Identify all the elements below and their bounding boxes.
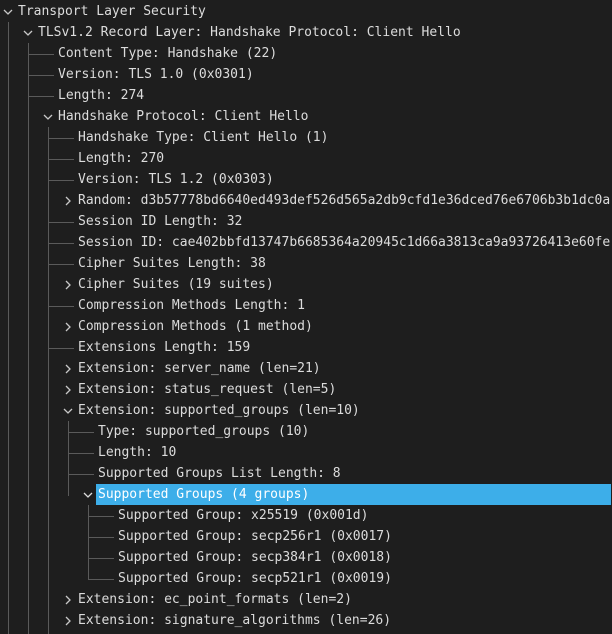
chevron-down-icon[interactable] bbox=[42, 106, 54, 127]
tree-connector bbox=[68, 452, 94, 454]
tree-node-handshake-type[interactable]: Handshake Type: Client Hello (1) bbox=[0, 127, 612, 148]
tree-node-content-type[interactable]: Content Type: Handshake (22) bbox=[0, 43, 612, 64]
tree-node-group-secp256r1[interactable]: Supported Group: secp256r1 (0x0017) bbox=[0, 526, 612, 547]
tree-node-label: Cipher Suites Length: 38 bbox=[78, 256, 266, 271]
chevron-down-icon[interactable] bbox=[82, 484, 94, 505]
tree-node-cipher-suites[interactable]: Cipher Suites (19 suites) bbox=[0, 274, 612, 295]
tree-connector bbox=[48, 158, 74, 160]
packet-details-tree: Transport Layer Security TLSv1.2 Record L… bbox=[0, 0, 612, 634]
tree-node-label: Session ID Length: 32 bbox=[78, 214, 243, 229]
tree-node-handshake-protocol[interactable]: Handshake Protocol: Client Hello bbox=[0, 106, 612, 127]
tree-node-ext-status-request[interactable]: Extension: status_request (len=5) bbox=[0, 379, 612, 400]
tree-node-transport-layer-security[interactable]: Transport Layer Security bbox=[0, 1, 612, 22]
tree-node-label: Content Type: Handshake (22) bbox=[58, 46, 278, 61]
tree-connector bbox=[28, 95, 54, 97]
tree-connector bbox=[48, 305, 74, 307]
tree-connector bbox=[48, 137, 74, 139]
tree-node-label: Type: supported_groups (10) bbox=[98, 424, 310, 439]
tree-connector bbox=[88, 515, 114, 517]
tree-node-label: Extension: server_name (len=21) bbox=[78, 361, 321, 376]
tree-node-sg-list-length[interactable]: Supported Groups List Length: 8 bbox=[0, 463, 612, 484]
chevron-right-icon[interactable] bbox=[62, 274, 74, 295]
tree-node-compression-methods[interactable]: Compression Methods (1 method) bbox=[0, 316, 612, 337]
tree-node-label: Cipher Suites (19 suites) bbox=[78, 277, 274, 292]
tree-node-handshake-version[interactable]: Version: TLS 1.2 (0x0303) bbox=[0, 169, 612, 190]
tree-node-group-x25519[interactable]: Supported Group: x25519 (0x001d) bbox=[0, 505, 612, 526]
tree-node-label: TLSv1.2 Record Layer: Handshake Protocol… bbox=[38, 25, 461, 40]
tree-connector bbox=[48, 347, 74, 349]
tree-node-label: Version: TLS 1.0 (0x0301) bbox=[58, 67, 254, 82]
tree-node-label: Compression Methods (1 method) bbox=[78, 319, 313, 334]
chevron-right-icon[interactable] bbox=[62, 379, 74, 400]
tree-node-label: Extension: supported_groups (len=10) bbox=[78, 403, 360, 418]
tree-connector bbox=[48, 179, 74, 181]
tree-node-sg-length[interactable]: Length: 10 bbox=[0, 442, 612, 463]
tree-connector bbox=[28, 53, 54, 55]
tree-node-label: Random: d3b57778bd6640ed493def526d565a2d… bbox=[78, 193, 611, 208]
chevron-down-icon[interactable] bbox=[62, 400, 74, 421]
tree-node-label: Version: TLS 1.2 (0x0303) bbox=[78, 172, 274, 187]
tree-node-label: Handshake Type: Client Hello (1) bbox=[78, 130, 329, 145]
tree-node-label: Session ID: cae402bbfd13747b6685364a2094… bbox=[78, 235, 611, 250]
tree-connector bbox=[68, 473, 94, 475]
tree-node-handshake-length[interactable]: Length: 270 bbox=[0, 148, 612, 169]
tree-node-record-length[interactable]: Length: 274 bbox=[0, 85, 612, 106]
tree-node-label: Supported Groups List Length: 8 bbox=[98, 466, 341, 481]
tree-node-label: Supported Group: secp256r1 (0x0017) bbox=[118, 529, 392, 544]
tree-node-ext-supported-groups[interactable]: Extension: supported_groups (len=10) bbox=[0, 400, 612, 421]
tree-connector bbox=[88, 578, 114, 580]
chevron-down-icon[interactable] bbox=[2, 1, 14, 22]
tree-node-label: Supported Group: secp521r1 (0x0019) bbox=[118, 571, 392, 586]
tree-node-label: Transport Layer Security bbox=[18, 4, 206, 19]
tree-connector bbox=[68, 431, 94, 433]
tree-node-label: Extensions Length: 159 bbox=[78, 340, 251, 355]
chevron-right-icon[interactable] bbox=[62, 358, 74, 379]
tree-node-session-id[interactable]: Session ID: cae402bbfd13747b6685364a2094… bbox=[0, 232, 612, 253]
tree-node-group-secp521r1[interactable]: Supported Group: secp521r1 (0x0019) bbox=[0, 568, 612, 589]
tree-node-ext-signature-algorithms[interactable]: Extension: signature_algorithms (len=26) bbox=[0, 610, 612, 631]
tree-node-label: Extension: ec_point_formats (len=2) bbox=[78, 592, 352, 607]
tree-node-sg-type[interactable]: Type: supported_groups (10) bbox=[0, 421, 612, 442]
tree-connector bbox=[88, 557, 114, 559]
tree-node-random[interactable]: Random: d3b57778bd6640ed493def526d565a2d… bbox=[0, 190, 612, 211]
tree-node-ext-ec-point-formats[interactable]: Extension: ec_point_formats (len=2) bbox=[0, 589, 612, 610]
tree-connector bbox=[88, 536, 114, 538]
tree-node-ext-server-name[interactable]: Extension: server_name (len=21) bbox=[0, 358, 612, 379]
chevron-right-icon[interactable] bbox=[62, 589, 74, 610]
tree-node-label: Compression Methods Length: 1 bbox=[78, 298, 305, 313]
chevron-down-icon[interactable] bbox=[22, 22, 34, 43]
tree-node-label: Length: 270 bbox=[78, 151, 165, 166]
tree-node-supported-groups[interactable]: Supported Groups (4 groups) bbox=[0, 484, 612, 505]
tree-node-record-version[interactable]: Version: TLS 1.0 (0x0301) bbox=[0, 64, 612, 85]
tree-node-label: Supported Groups (4 groups) bbox=[96, 484, 611, 505]
tree-node-cipher-suites-length[interactable]: Cipher Suites Length: 38 bbox=[0, 253, 612, 274]
chevron-right-icon[interactable] bbox=[62, 190, 74, 211]
tree-connector bbox=[48, 263, 74, 265]
chevron-right-icon[interactable] bbox=[62, 610, 74, 631]
tree-node-label: Extension: status_request (len=5) bbox=[78, 382, 337, 397]
tree-node-label: Supported Group: x25519 (0x001d) bbox=[118, 508, 369, 523]
chevron-right-icon[interactable] bbox=[62, 316, 74, 337]
tree-node-label: Supported Group: secp384r1 (0x0018) bbox=[118, 550, 392, 565]
tree-node-group-secp384r1[interactable]: Supported Group: secp384r1 (0x0018) bbox=[0, 547, 612, 568]
tree-node-label: Handshake Protocol: Client Hello bbox=[58, 109, 309, 124]
tree-connector bbox=[48, 242, 74, 244]
tree-node-session-id-length[interactable]: Session ID Length: 32 bbox=[0, 211, 612, 232]
tree-node-extensions-length[interactable]: Extensions Length: 159 bbox=[0, 337, 612, 358]
tree-node-compression-methods-length[interactable]: Compression Methods Length: 1 bbox=[0, 295, 612, 316]
tree-node-tls-record-layer[interactable]: TLSv1.2 Record Layer: Handshake Protocol… bbox=[0, 22, 612, 43]
tree-connector bbox=[28, 74, 54, 76]
tree-connector bbox=[48, 221, 74, 223]
tree-node-label: Length: 10 bbox=[98, 445, 177, 460]
tree-node-label: Length: 274 bbox=[58, 88, 145, 103]
tree-node-label: Extension: signature_algorithms (len=26) bbox=[78, 613, 392, 628]
